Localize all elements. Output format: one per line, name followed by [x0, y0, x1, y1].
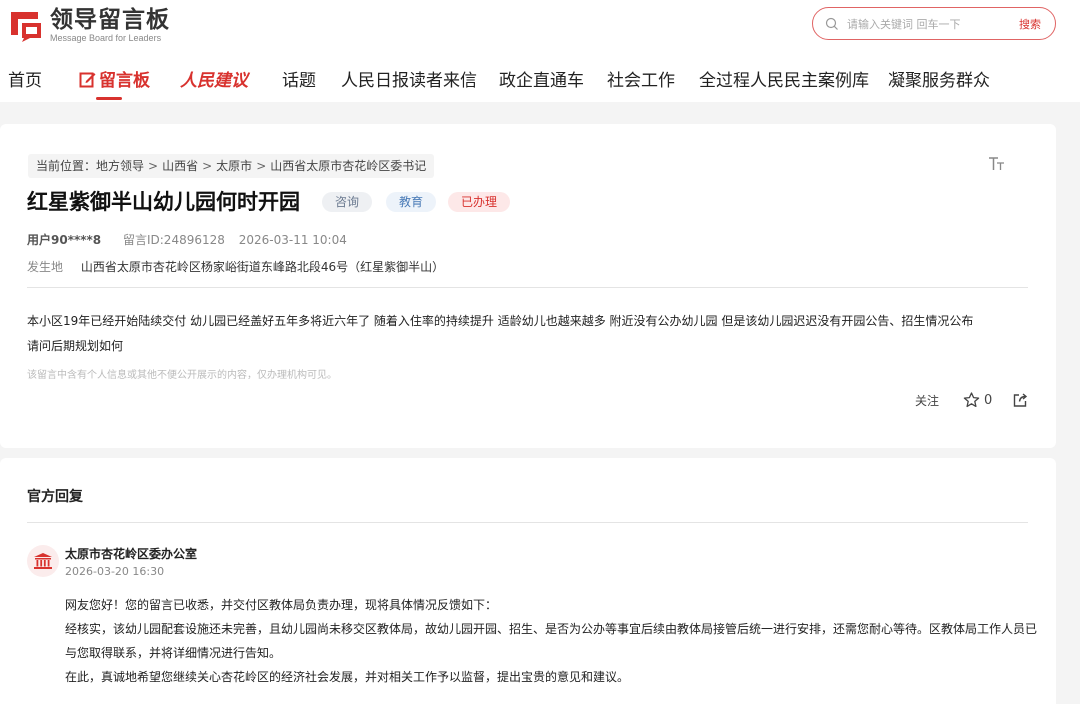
share-icon	[1013, 393, 1028, 407]
breadcrumb-item[interactable]: 太原市	[216, 159, 252, 173]
nav-message-board[interactable]: 留言板	[79, 66, 150, 100]
user-name: 用户90****8	[27, 233, 102, 247]
favorite-count: 0	[984, 392, 993, 408]
message-title: 红星紫御半山幼儿园何时开园	[27, 190, 300, 214]
breadcrumb-item[interactable]: 山西省太原市杏花岭区委书记	[270, 159, 426, 173]
search-box: 搜索	[812, 7, 1056, 40]
nav-serve-masses[interactable]: 凝聚服务群众	[888, 66, 990, 91]
nav-readers-letters[interactable]: 人民日报读者来信	[341, 66, 477, 91]
breadcrumb-item[interactable]: 山西省	[162, 159, 198, 173]
message-card: 当前位置：地方领导 > 山西省 > 太原市 > 山西省太原市杏花岭区委书记 红星紫御半山幼儿…	[0, 124, 1056, 448]
edit-icon	[79, 72, 96, 88]
search-input[interactable]	[847, 15, 1007, 33]
status-badge: 已办理	[448, 192, 511, 212]
nav-democracy-cases[interactable]: 全过程人民民主案例库	[699, 66, 869, 91]
reply-org-name: 太原市杏花岭区委办公室	[65, 547, 198, 561]
share-button[interactable]	[1012, 392, 1028, 411]
search-icon	[825, 17, 838, 30]
tag-consult: 咨询	[322, 192, 373, 212]
reply-datetime: 2026-03-20 16:30	[65, 565, 165, 578]
search-button[interactable]: 搜索	[1019, 16, 1041, 32]
tag-education: 教育	[386, 192, 437, 212]
site-logo[interactable]: 领导留言板 Message Board for Leaders	[8, 6, 170, 44]
message-datetime: 2026-03-11 10:04	[238, 233, 347, 247]
message-id: 留言ID:24896128	[122, 233, 225, 247]
location-row: 发生地 山西省太原市杏花岭区杨家峪街道东峰路北段46号（红星紫御半山）	[27, 258, 444, 275]
font-size-icon[interactable]	[988, 156, 1006, 176]
government-building-icon	[34, 553, 52, 569]
star-icon	[963, 392, 980, 408]
main-nav: 首页 留言板 人民建议 话题 人民日报读者来信 政企直通车 社会工作 全过程人民…	[0, 60, 1080, 100]
official-reply-card: 官方回复 太原市杏花岭区委办公室 2026-03-20 16:30 网友您好！您…	[0, 458, 1056, 704]
nav-home[interactable]: 首页	[8, 66, 42, 91]
follow-button[interactable]: 关注	[915, 392, 939, 409]
reply-section-title: 官方回复	[27, 489, 83, 505]
breadcrumb: 当前位置：地方领导 > 山西省 > 太原市 > 山西省太原市杏花岭区委书记	[28, 154, 435, 178]
location-label: 发生地	[27, 260, 64, 274]
site-header: 领导留言板 Message Board for Leaders 搜索 首页 留言…	[0, 0, 1080, 102]
privacy-notice: 该留言中含有个人信息或其他不便公开展示的内容，仅办理机构可见。	[27, 370, 337, 381]
logo-subtitle: Message Board for Leaders	[50, 32, 162, 43]
logo-mark-icon	[8, 8, 44, 42]
message-content: 本小区19年已经开始陆续交付 幼儿园已经盖好五年多将近六年了 随着入住率的持续提…	[27, 314, 974, 353]
favorite-button[interactable]: 0	[963, 392, 992, 408]
nav-topics[interactable]: 话题	[282, 66, 316, 91]
nav-social-work[interactable]: 社会工作	[607, 66, 675, 91]
divider	[27, 287, 1028, 288]
avatar	[27, 545, 59, 577]
message-meta: 用户90****8 留言ID:24896128 2026-03-11 10:04	[27, 231, 347, 248]
nav-people-suggestion[interactable]: 人民建议	[180, 66, 248, 91]
nav-gov-enterprise[interactable]: 政企直通车	[499, 66, 584, 91]
location-value: 山西省太原市杏花岭区杨家峪街道东峰路北段46号（红星紫御半山）	[80, 260, 445, 274]
reply-content: 网友您好！您的留言已收悉，并交付区教体局负责办理，现将具体情况反馈如下： 经核实…	[65, 598, 1038, 684]
logo-title: 领导留言板	[50, 6, 170, 33]
divider	[27, 522, 1028, 523]
breadcrumb-item[interactable]: 地方领导	[96, 159, 144, 173]
